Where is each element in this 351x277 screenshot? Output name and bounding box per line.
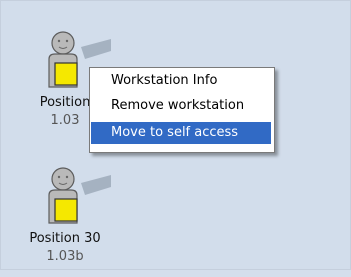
workstation-version: 1.03b (46, 249, 84, 264)
context-menu: Workstation Info Remove workstation Move… (89, 67, 275, 153)
workstation-panel: Position 1.03 Position 30 1.03b Workstat… (0, 0, 351, 270)
menu-item-workstation-info[interactable]: Workstation Info (91, 70, 271, 92)
menu-item-remove-workstation[interactable]: Remove workstation (91, 95, 271, 117)
workstation-item[interactable]: Position 30 1.03b (19, 165, 111, 277)
workstation-name: Position 30 (29, 231, 101, 246)
workstation-user-icon (48, 167, 111, 224)
menu-item-move-to-self-access[interactable]: Move to self access (91, 122, 271, 144)
